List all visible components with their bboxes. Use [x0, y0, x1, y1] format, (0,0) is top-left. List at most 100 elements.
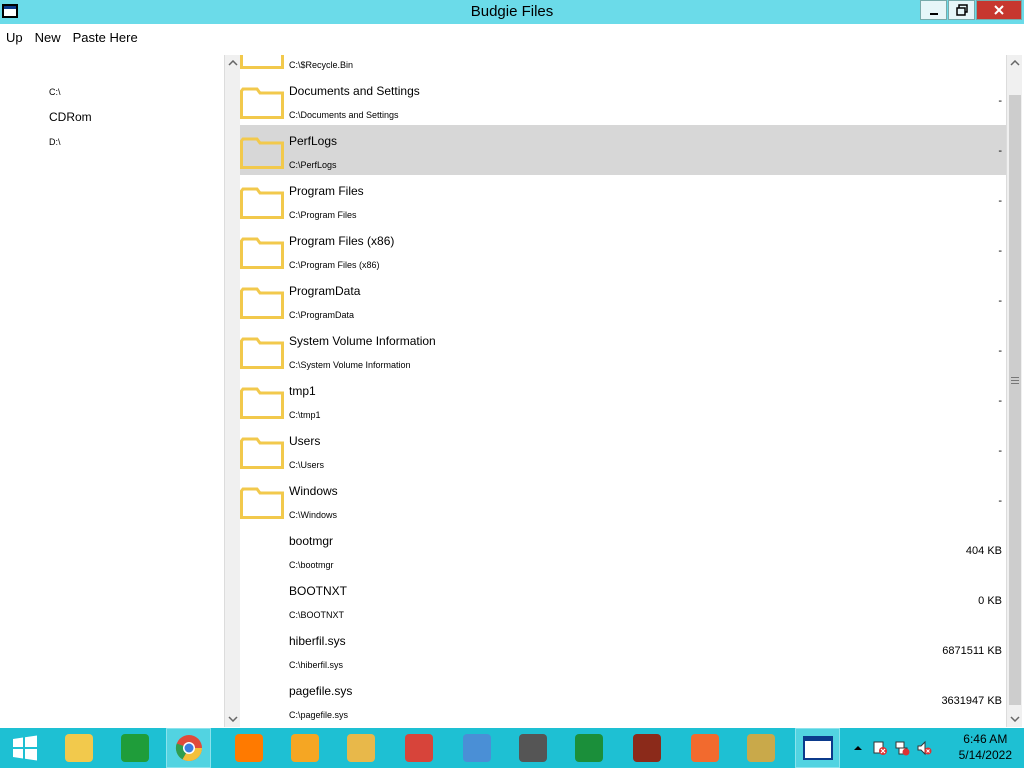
folder-icon — [240, 337, 284, 369]
taskbar-button-swift[interactable] — [682, 728, 727, 768]
scroll-grip-icon — [1011, 377, 1019, 385]
archive-tool-icon — [346, 734, 375, 762]
folder-row[interactable]: Users C:\Users - — [240, 425, 1006, 475]
taskbar-button-file-explorer[interactable] — [56, 728, 101, 768]
close-button[interactable] — [976, 0, 1022, 20]
file-row[interactable]: bootmgr C:\bootmgr 404 KB — [240, 525, 1006, 575]
action-center-icon[interactable] — [872, 740, 888, 756]
taskbar-button-store[interactable] — [112, 728, 157, 768]
taskbar-button-xbox[interactable] — [566, 728, 611, 768]
file-size: - — [998, 95, 1002, 107]
file-path: C:\System Volume Information — [289, 360, 411, 370]
file-name: tmp1 — [289, 384, 316, 398]
volume-icon[interactable] — [916, 740, 932, 756]
taskbar-button-brave[interactable] — [282, 728, 327, 768]
file-path: C:\Program Files — [289, 210, 357, 220]
folder-icon — [240, 137, 284, 169]
file-size: - — [998, 345, 1002, 357]
taskbar-button-firefox[interactable] — [226, 728, 271, 768]
new-button[interactable]: New — [29, 26, 67, 48]
folder-row[interactable]: PerfLogs C:\PerfLogs - — [240, 125, 1006, 175]
taskbar-button-archive-tool[interactable] — [338, 728, 383, 768]
folder-row[interactable]: Documents and Settings C:\Documents and S… — [240, 75, 1006, 125]
clock-time: 6:46 AM — [963, 732, 1008, 746]
firefox-icon — [234, 734, 263, 762]
folder-row[interactable]: System Volume Information C:\System Volum… — [240, 325, 1006, 375]
file-name: BOOTNXT — [289, 584, 348, 598]
taskbar-button-chrome[interactable] — [166, 728, 211, 768]
control-panel-icon — [462, 734, 491, 762]
server-manager-icon — [518, 734, 547, 762]
file-row[interactable]: hiberfil.sys C:\hiberfil.sys 6871511 KB — [240, 625, 1006, 675]
windows-start-icon — [12, 735, 37, 761]
file-path: C:\ProgramData — [289, 310, 355, 320]
scroll-down-arrow[interactable] — [1007, 711, 1023, 727]
taskbar-button-server-manager[interactable] — [510, 728, 555, 768]
taskbar-button-windows-start[interactable] — [2, 728, 47, 768]
network-icon[interactable] — [894, 740, 910, 756]
scroll-thumb[interactable] — [1009, 95, 1021, 705]
taskbar-button-budgie-files-window[interactable] — [795, 728, 840, 768]
file-list-scrollbar[interactable] — [1006, 55, 1022, 727]
up-button[interactable]: Up — [0, 26, 29, 48]
file-size: - — [998, 245, 1002, 257]
file-row[interactable]: BOOTNXT C:\BOOTNXT 0 KB — [240, 575, 1006, 625]
maximize-button[interactable] — [948, 0, 975, 20]
scroll-up-arrow[interactable] — [1007, 55, 1023, 71]
folder-icon — [240, 387, 284, 419]
brave-icon — [290, 734, 319, 762]
title-bar: Budgie Files — [0, 0, 1024, 24]
file-explorer-icon — [64, 734, 93, 762]
scroll-down-arrow[interactable] — [225, 711, 241, 727]
file-size: 6871511 KB — [942, 645, 1002, 657]
minimize-icon — [929, 13, 938, 15]
taskbar-button-control-panel[interactable] — [454, 728, 499, 768]
budgie-files-window-icon — [802, 736, 833, 760]
folder-row[interactable]: tmp1 C:\tmp1 - — [240, 375, 1006, 425]
file-path: C:\tmp1 — [289, 410, 321, 420]
file-path: C:\hiberfil.sys — [289, 660, 344, 670]
folder-row[interactable]: Windows C:\Windows - — [240, 475, 1006, 525]
folder-icon — [240, 487, 284, 519]
folder-icon — [240, 237, 284, 269]
file-row[interactable]: pagefile.sys C:\pagefile.sys 3631947 KB — [240, 675, 1006, 725]
file-name: Users — [289, 434, 321, 448]
file-name: pagefile.sys — [289, 684, 353, 698]
chevron-up-icon — [228, 60, 238, 66]
folder-row[interactable]: C:\$Recycle.Bin — [240, 55, 1006, 75]
taskbar-button-zip[interactable] — [738, 728, 783, 768]
drive-item-d[interactable]: D:\ — [49, 137, 61, 147]
drive-list-scrollbar[interactable] — [224, 55, 240, 727]
taskbar-button-settings-tool[interactable] — [396, 728, 441, 768]
drive-item-c[interactable]: C:\ — [49, 87, 61, 97]
clock-date: 5/14/2022 — [958, 748, 1012, 762]
clock[interactable]: 6:46 AM 5/14/2022 — [959, 731, 1012, 763]
show-hidden-icons-icon[interactable] — [850, 740, 866, 756]
chrome-icon — [175, 735, 202, 762]
settings-tool-icon — [404, 734, 433, 762]
taskbar-button-game[interactable] — [624, 728, 669, 768]
file-name: bootmgr — [289, 534, 334, 548]
file-size: - — [998, 395, 1002, 407]
file-path: C:\BOOTNXT — [289, 610, 345, 620]
folder-row[interactable]: Program Files C:\Program Files - — [240, 175, 1006, 225]
menu-bar: Up New Paste Here — [0, 26, 144, 48]
folder-row[interactable]: Program Files (x86) C:\Program Files (x86… — [240, 225, 1006, 275]
folder-row[interactable]: ProgramData C:\ProgramData - — [240, 275, 1006, 325]
drive-list: C:\ CDRom D:\ — [0, 55, 224, 727]
folder-icon — [240, 87, 284, 119]
minimize-button[interactable] — [920, 0, 947, 20]
file-name: PerfLogs — [289, 134, 338, 148]
file-size: - — [998, 445, 1002, 457]
game-icon — [632, 734, 661, 762]
scroll-up-arrow[interactable] — [225, 55, 241, 71]
paste-here-button[interactable]: Paste Here — [67, 26, 144, 48]
file-size: - — [998, 195, 1002, 207]
chevron-up-icon — [1010, 60, 1020, 66]
file-path: C:\PerfLogs — [289, 160, 337, 170]
file-path: C:\$Recycle.Bin — [289, 60, 354, 70]
window-title: Budgie Files — [470, 3, 554, 20]
drive-item-cdrom[interactable]: CDRom — [49, 110, 92, 124]
folder-icon — [240, 187, 284, 219]
file-path: C:\Program Files (x86) — [289, 260, 380, 270]
